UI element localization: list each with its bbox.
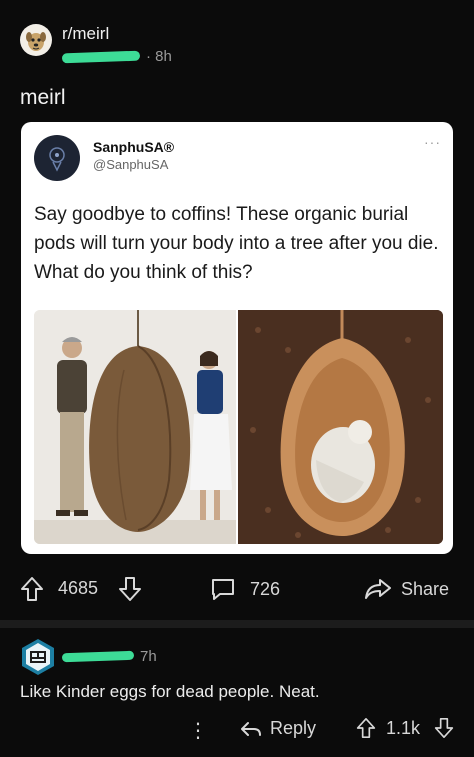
comment-count: 726 [250, 578, 281, 599]
burial-pod-photo [34, 310, 236, 544]
post-byline: · 8h [61, 48, 172, 65]
comment-score: 1.1k [386, 718, 421, 738]
downvote-button[interactable] [118, 576, 142, 602]
upvote-icon [356, 717, 376, 738]
tweet-handle: @SanphuSA [93, 157, 169, 172]
reply-button[interactable]: Reply [240, 718, 316, 739]
redacted-commenter [61, 650, 135, 663]
post-title[interactable]: meirl [20, 86, 66, 110]
comments-button[interactable]: 726 [210, 577, 280, 601]
more-icon[interactable]: ⋮ [188, 718, 208, 743]
tweet-avatar-icon [34, 135, 80, 181]
subreddit-avatar-icon[interactable] [20, 24, 52, 56]
share-icon [365, 579, 391, 599]
comment-text: Like Kinder eggs for dead people. Neat. [20, 682, 320, 701]
section-divider [0, 620, 474, 628]
user-avatar-icon[interactable] [19, 638, 57, 676]
comment-upvote-button[interactable] [356, 717, 376, 739]
comment-downvote-button[interactable] [434, 717, 454, 739]
tweet-text: Say goodbye to coffins! These organic bu… [34, 204, 439, 283]
comment-meta: 7h [61, 648, 157, 665]
downvote-icon [119, 577, 141, 601]
comment-icon [212, 579, 234, 600]
share-button[interactable]: Share [364, 577, 449, 601]
pod-cutaway-photo [238, 310, 443, 544]
reply-icon [241, 721, 261, 736]
subreddit-name[interactable]: r/meirl [62, 24, 172, 44]
post-time: · 8h [146, 48, 172, 65]
downvote-icon [434, 717, 454, 738]
comment-time: 7h [140, 648, 157, 665]
tweet-more-icon: ··· [424, 134, 441, 150]
post-header: r/meirl · 8h [20, 24, 172, 65]
redacted-username [61, 50, 141, 63]
comment-actions: ⋮ Reply 1.1k [0, 716, 474, 744]
post-image-tweet[interactable]: SanphuSA® @SanphuSA ··· Say goodbye to c… [21, 122, 453, 554]
tweet-display-name: SanphuSA® [93, 139, 175, 155]
post-actions: 4685 726 Share [0, 572, 474, 608]
reply-label: Reply [270, 718, 317, 738]
vote-count: 4685 [58, 578, 99, 598]
share-label: Share [401, 578, 450, 599]
upvote-button[interactable] [20, 576, 44, 602]
upvote-icon [21, 577, 43, 601]
